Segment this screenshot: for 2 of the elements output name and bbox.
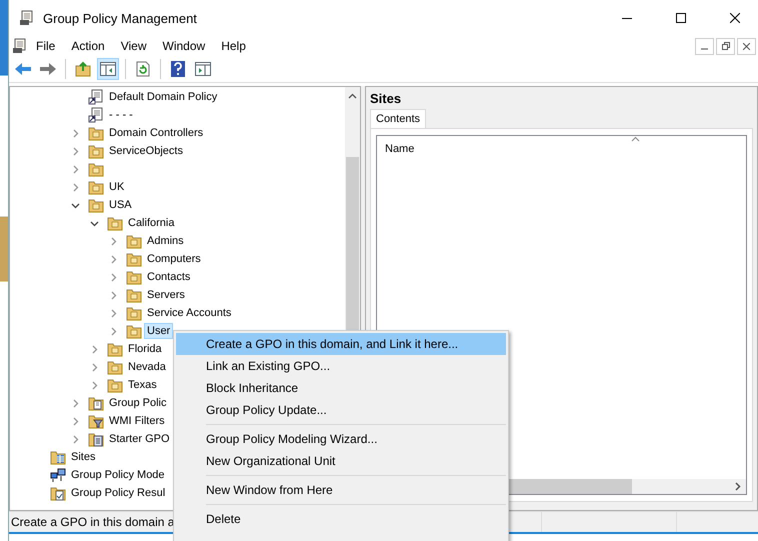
pane-title: Sites <box>370 91 402 108</box>
window-title: Group Policy Management <box>43 10 198 26</box>
